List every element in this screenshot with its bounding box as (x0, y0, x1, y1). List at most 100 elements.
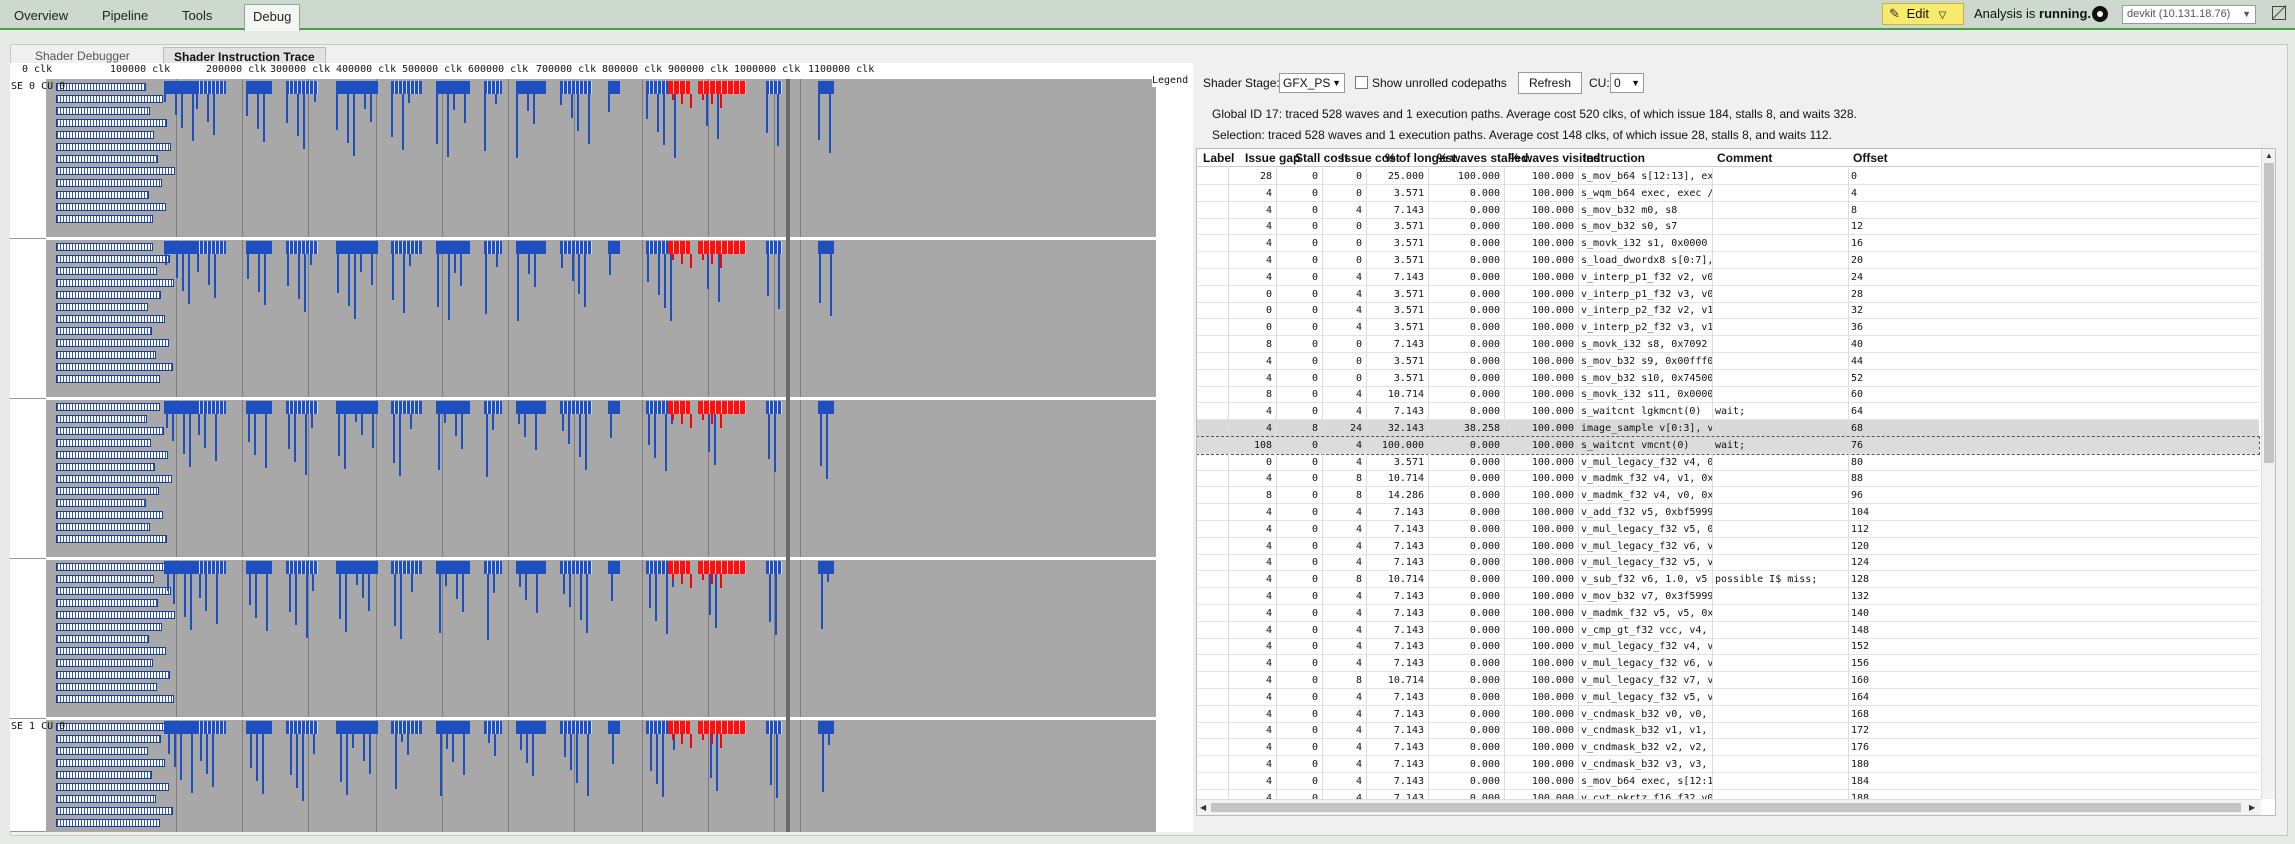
wave-issue-tick (204, 414, 206, 448)
scroll-right-icon[interactable]: ▶ (2249, 803, 2255, 812)
wave-issue-tick (533, 94, 535, 124)
timeline-cursor[interactable] (786, 79, 790, 832)
wave-issue-tick (562, 414, 564, 431)
table-row[interactable]: 8 0 4 10.714 0.000 100.000 s_movk_i32 s11, 0x0… (1197, 386, 2259, 404)
table-row[interactable]: 4 0 4 7.143 0.000 100.000 v_cndmask_b32 v3, v3… (1197, 756, 2259, 773)
ruler-tick: 1100000 clk (808, 64, 875, 75)
table-row[interactable]: 8 0 0 7.143 0.000 100.000 s_movk_i32 s8, 0x709… (1197, 336, 2259, 353)
table-row[interactable]: 0 0 4 3.571 0.000 100.000 v_interp_p2_f32 v2, … (1197, 302, 2259, 320)
vertical-scrollbar[interactable]: ▲ (2261, 149, 2275, 799)
table-row[interactable]: 4 0 4 7.143 0.000 100.000 v_mul_legacy_f32 v5,… (1197, 554, 2259, 572)
table-row[interactable]: 4 0 4 7.143 0.000 100.000 v_mov_b32 v7, 0x3f59… (1197, 588, 2259, 605)
tab-overview[interactable]: Overview (6, 4, 76, 30)
table-row[interactable]: 4 0 4 7.143 0.000 100.000 v_mul_legacy_f32 v5,… (1197, 688, 2259, 706)
table-row[interactable]: 4 0 4 7.143 0.000 100.000 v_interp_p1_f32 v2, … (1197, 268, 2259, 286)
table-cell: s_mov_b32 m0, s8 (1579, 201, 1713, 219)
wave-issue-block (516, 81, 546, 94)
analysis-status-value: running. (2039, 6, 2092, 21)
table-row[interactable]: 8 0 8 14.286 0.000 100.000 v_madmk_f32 v4, v0,… (1197, 487, 2259, 505)
instruction-table[interactable]: Label Issue gap Stall cost Issue cost% of l… (1196, 148, 2276, 816)
cu-select[interactable]: 0 ▼ (1610, 73, 1644, 93)
table-row[interactable]: 4 0 8 10.714 0.000 100.000 v_madmk_f32 v4, v1,… (1197, 470, 2259, 488)
table-row[interactable]: 4 0 0 3.571 0.000 100.000 s_mov_b32 s10, 0x745… (1197, 369, 2259, 387)
table-row[interactable]: 4 0 8 10.714 0.000 100.000 v_sub_f32 v6, 1.0, … (1197, 571, 2259, 589)
instruction-trace-timeline[interactable]: 0 clk 100000 clk 200000 clk 300000 clk 40000… (10, 63, 1193, 832)
wave-issue-tick (311, 414, 313, 428)
scrollbar-thumb[interactable] (1211, 803, 2241, 812)
table-row[interactable]: 4 0 4 7.143 0.000 100.000 v_mul_legacy_f32 v4,… (1197, 638, 2259, 656)
column-header[interactable]: Comment (1717, 151, 1772, 165)
table-cell: 7.143 (1367, 268, 1429, 286)
scrollbar-thumb[interactable] (2264, 163, 2274, 463)
table-row[interactable]: 28 0 0 25.000 100.000 100.000 s_mov_b64 s[12:1… (1197, 168, 2259, 185)
table-row[interactable]: 4 0 0 3.571 0.000 100.000 s_mov_b32 s0, s7 12 (1197, 218, 2259, 236)
wave-issue-block (246, 241, 272, 254)
wave-issue-tick (717, 94, 719, 139)
table-cell: 100.000 (1505, 688, 1579, 706)
table-cell: 8 (1229, 336, 1277, 353)
trace-area[interactable] (46, 79, 1193, 832)
wave-issue-tick (402, 94, 404, 150)
table-row[interactable]: 4 0 4 7.143 0.000 100.000 v_cndmask_b32 v0, v0… (1197, 705, 2259, 723)
table-cell: 0 (1323, 235, 1367, 253)
table-row[interactable]: 4 0 0 3.571 0.000 100.000 s_mov_b32 s9, 0x00ff… (1197, 352, 2259, 370)
table-row[interactable]: 4 0 0 3.571 0.000 100.000 s_movk_i32 s1, 0x000… (1197, 235, 2259, 253)
wave-issue-tick (400, 574, 402, 639)
table-cell: possible I$ miss; (1713, 571, 1849, 589)
table-row[interactable]: 0 0 4 3.571 0.000 100.000 v_interp_p1_f32 v3, … (1197, 285, 2259, 303)
table-cell: 100.000 (1367, 436, 1429, 454)
wave-issue-tick (820, 414, 822, 466)
window-layout-icon[interactable] (2272, 6, 2286, 20)
unrolled-codepaths-label: Show unrolled codepaths (1372, 76, 1507, 90)
table-cell (1197, 420, 1229, 437)
table-row[interactable]: 0 0 4 3.571 0.000 100.000 v_interp_p2_f32 v3, … (1197, 319, 2259, 337)
table-row[interactable]: 4 0 4 7.143 0.000 100.000 v_mul_legacy_f32 v5,… (1197, 520, 2259, 538)
table-row[interactable]: 4 0 4 7.143 0.000 100.000 v_add_f32 v5, 0xbf59… (1197, 504, 2259, 521)
wave-issue-tick (488, 734, 490, 743)
table-row[interactable]: 4 0 4 7.143 0.000 100.000 v_mul_legacy_f32 v6,… (1197, 655, 2259, 673)
device-select[interactable]: devkit (10.131.18.76) ▼ (2122, 5, 2256, 24)
table-row[interactable]: 4 8 24 32.143 38.258 100.000 image_sample v[0:… (1197, 420, 2259, 437)
column-header[interactable]: Offset (1853, 151, 1888, 165)
wave-row (56, 255, 170, 263)
wave-stall-tick (690, 574, 692, 588)
wave-issue-tick (436, 94, 438, 144)
table-row[interactable]: 4 0 4 7.143 0.000 100.000 s_mov_b64 exec, s[12… (1197, 772, 2259, 790)
wave-row (56, 215, 153, 223)
column-header[interactable]: Label (1203, 151, 1234, 165)
horizontal-scrollbar[interactable]: ◀ ▶ (1197, 799, 2261, 815)
tab-pipeline[interactable]: Pipeline (94, 4, 156, 30)
table-row[interactable]: 4 0 4 7.143 0.000 100.000 s_waitcnt lgkmcnt(0)… (1197, 403, 2259, 421)
table-cell: 100.000 (1505, 302, 1579, 320)
tab-tools[interactable]: Tools (174, 4, 220, 30)
table-row[interactable]: 4 0 4 7.143 0.000 100.000 v_cndmask_b32 v1, v1… (1197, 722, 2259, 740)
refresh-button[interactable]: Refresh (1518, 72, 1582, 94)
table-cell (1197, 336, 1229, 353)
table-cell: v_interp_p1_f32 v3, v0, a… (1579, 285, 1713, 303)
column-header[interactable]: Instruction (1583, 151, 1645, 165)
scroll-left-icon[interactable]: ◀ (1200, 803, 1206, 812)
table-row[interactable]: 4 0 4 7.143 0.000 100.000 v_cndmask_b32 v2, v2… (1197, 739, 2259, 757)
wave-stall-tick (672, 574, 674, 580)
table-row[interactable]: 4 0 4 7.143 0.000 100.000 s_mov_b32 m0, s8 8 (1197, 201, 2259, 219)
table-row[interactable]: 108 0 4 100.000 0.000 100.000 s_waitcnt vmcnt(… (1197, 435, 2260, 455)
edit-dropdown[interactable]: ✎ Edit ▽ (1882, 3, 1964, 25)
table-row[interactable]: 4 0 4 7.143 0.000 100.000 v_cmp_gt_f32 vcc, v4… (1197, 621, 2259, 639)
table-row[interactable]: 4 0 0 3.571 0.000 100.000 s_load_dwordx8 s[0:7… (1197, 252, 2259, 269)
legend-button[interactable]: Legend (1152, 75, 1188, 87)
tab-debug[interactable]: Debug (244, 4, 301, 31)
scroll-up-icon[interactable]: ▲ (2265, 151, 2273, 160)
table-row[interactable]: 4 0 4 7.143 0.000 100.000 v_mul_legacy_f32 v6,… (1197, 537, 2259, 555)
table-row[interactable]: 4 0 8 10.714 0.000 100.000 v_mul_legacy_f32 v7… (1197, 672, 2259, 689)
table-row[interactable]: 4 0 4 7.143 0.000 100.000 v_madmk_f32 v5, v5, … (1197, 604, 2259, 622)
table-cell (1197, 403, 1229, 421)
unrolled-codepaths-checkbox[interactable] (1355, 76, 1368, 89)
wave-issue-tick (411, 574, 413, 592)
shader-stage-select[interactable]: GFX_PS ▼ (1279, 73, 1345, 93)
wave-row (56, 475, 172, 483)
table-row[interactable]: 4 0 0 3.571 0.000 100.000 s_wqm_b64 exec, exec… (1197, 184, 2259, 202)
table-row[interactable]: 0 0 4 3.571 0.000 100.000 v_mul_legacy_f32 v4,… (1197, 453, 2259, 471)
column-header[interactable]: Issue gap (1245, 151, 1300, 165)
wave-issue-tick (455, 414, 457, 436)
record-icon[interactable] (2092, 6, 2108, 22)
